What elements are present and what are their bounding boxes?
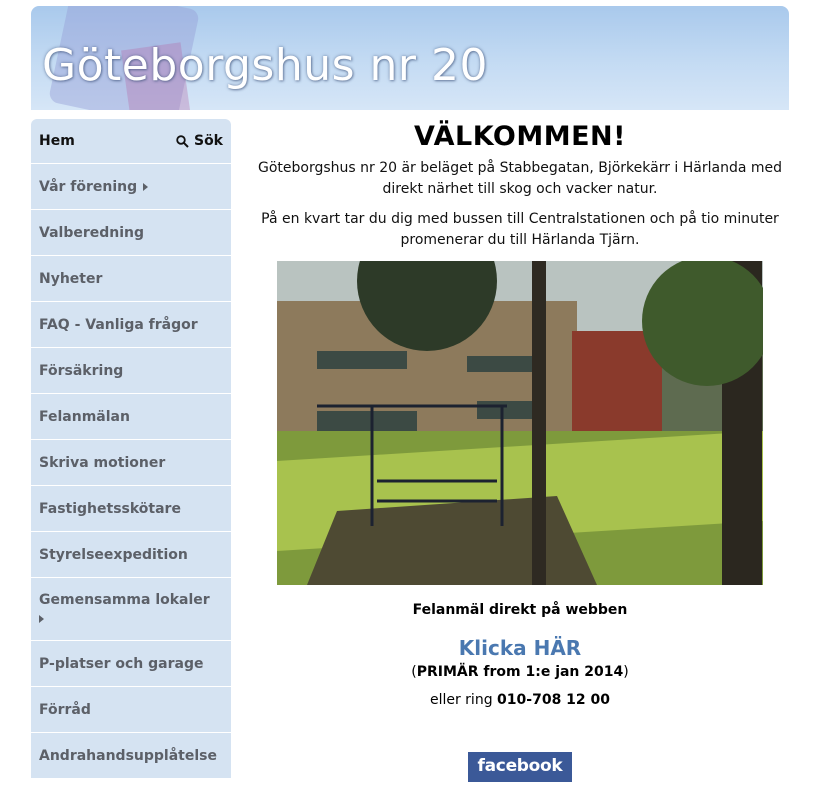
sidebar-item-faq[interactable]: FAQ - Vanliga frågor: [31, 302, 231, 347]
phone-number: 010-708 12 00: [497, 692, 611, 708]
sidebar-item-home[interactable]: Hem Sök: [31, 119, 231, 163]
apartment-garden-illustration: [277, 261, 763, 585]
sidebar-item-label: Valberedning: [39, 224, 145, 241]
sidebar-nav: Hem Sök Vår förening Valberedning Nyhete…: [31, 119, 231, 779]
caret-right-icon: [143, 182, 149, 191]
klicka-har-link[interactable]: Klicka HÄR: [459, 636, 581, 660]
sidebar-item-label: Fastighetsskötare: [39, 500, 181, 517]
page-title: VÄLKOMMEN!: [414, 121, 626, 152]
sidebar-item-skriva-motioner[interactable]: Skriva motioner: [31, 440, 231, 485]
sidebar-item-valberedning[interactable]: Valberedning: [31, 210, 231, 255]
sidebar-item-var-forening[interactable]: Vår förening: [31, 164, 231, 209]
intro-paragraph: På en kvart tar du dig med bussen till C…: [261, 211, 779, 248]
phone-line: eller ring 010-708 12 00: [250, 692, 790, 708]
sidebar-item-gemensamma-lokaler[interactable]: Gemensamma lokaler: [31, 578, 231, 640]
caret-right-icon: [39, 615, 44, 623]
sidebar-item-label: Skriva motioner: [39, 454, 166, 471]
search-label: Sök: [193, 133, 223, 149]
sidebar-item-label: Försäkring: [39, 362, 124, 379]
sidebar-item-label: Gemensamma lokaler: [39, 592, 210, 608]
sidebar-item-forsakring[interactable]: Försäkring: [31, 348, 231, 393]
site-header: Göteborgshus nr 20: [31, 6, 789, 110]
sidebar-item-label: Felanmälan: [39, 408, 130, 425]
primar-note: (PRIMÄR from 1:e jan 2014): [250, 664, 790, 680]
sidebar-item-label[interactable]: Hem: [39, 133, 75, 149]
sidebar-item-label: Nyheter: [39, 270, 103, 287]
sidebar-item-label: Styrelseexpedition: [39, 546, 188, 563]
search-icon: [176, 134, 189, 148]
facebook-button[interactable]: facebook: [467, 752, 573, 782]
sidebar-item-label: FAQ - Vanliga frågor: [39, 316, 198, 333]
main-content: VÄLKOMMEN! Göteborgshus nr 20 är beläget…: [250, 119, 790, 782]
intro-paragraph: Göteborgshus nr 20 är beläget på Stabbeg…: [257, 160, 783, 197]
sidebar-item-label: Andrahandsupplåtelse: [39, 747, 217, 764]
sidebar-item-label: P-platser och garage: [39, 655, 204, 672]
hero-photo: [277, 261, 763, 585]
ring-label: eller ring: [429, 692, 498, 708]
sidebar-item-andrahandsupplatelse[interactable]: Andrahandsupplåtelse: [31, 733, 231, 778]
sidebar-item-label: Vår förening: [39, 178, 138, 195]
sidebar-item-label: Förråd: [39, 701, 91, 718]
sidebar-item-nyheter[interactable]: Nyheter: [31, 256, 231, 301]
sidebar-item-felanmalan[interactable]: Felanmälan: [31, 394, 231, 439]
sidebar-item-styrelseexpedition[interactable]: Styrelseexpedition: [31, 532, 231, 577]
felanmal-heading: Felanmäl direkt på webben: [412, 602, 628, 618]
primar-text: PRIMÄR from 1:e jan 2014: [416, 664, 624, 680]
sidebar-item-p-platser[interactable]: P-platser och garage: [31, 641, 231, 686]
search-button[interactable]: Sök: [176, 133, 223, 149]
paren-close: ): [623, 664, 629, 680]
sidebar-item-fastighetsskotare[interactable]: Fastighetsskötare: [31, 486, 231, 531]
site-title[interactable]: Göteborgshus nr 20: [42, 40, 488, 91]
sidebar-item-forrad[interactable]: Förråd: [31, 687, 231, 732]
